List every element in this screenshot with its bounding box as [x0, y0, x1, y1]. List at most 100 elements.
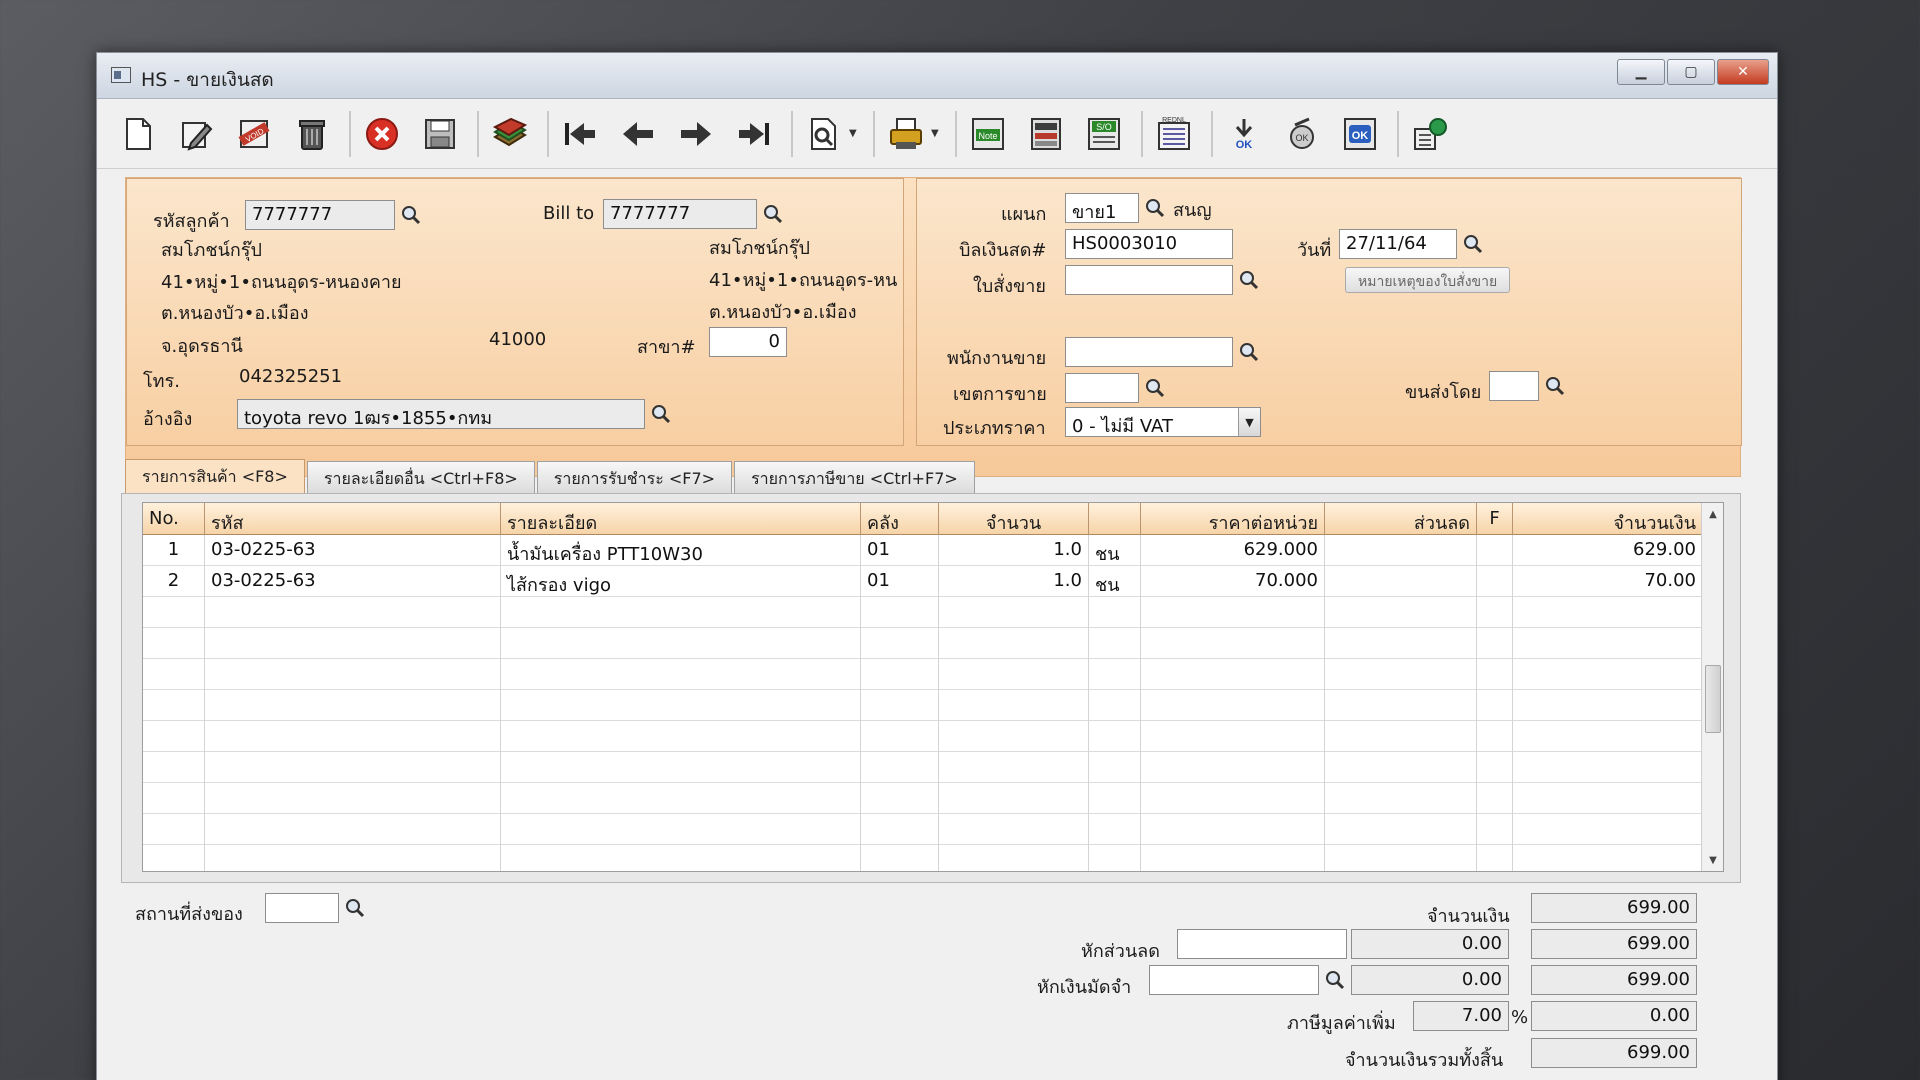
cell-description[interactable]: ไส้กรอง vigo — [501, 566, 861, 597]
ship-by-search-button[interactable] — [1541, 371, 1569, 401]
copy-button[interactable] — [487, 111, 533, 157]
reference-search-button[interactable] — [647, 399, 675, 429]
customer-search-button[interactable] — [397, 200, 425, 230]
price-type-select[interactable]: 0 - ไม่มี VAT ▼ — [1065, 407, 1261, 437]
tab-payments[interactable]: รายการรับชำระ <F7> — [536, 461, 733, 493]
branch-field[interactable]: 0 — [709, 327, 787, 357]
tab-items[interactable]: รายการสินค้า <F8> — [125, 459, 305, 493]
cancel-button[interactable] — [359, 111, 405, 157]
cell-description[interactable]: น้ำมันเครื่อง PTT10W30 — [501, 535, 861, 566]
col-header-description[interactable]: รายละเอียด — [501, 503, 861, 535]
cell-warehouse[interactable]: 01 — [861, 566, 939, 597]
deposit-search-button[interactable] — [1321, 965, 1349, 995]
cell-quantity[interactable]: 1.0 — [939, 566, 1089, 597]
col-header-unit[interactable] — [1089, 503, 1141, 535]
department-field[interactable]: ขาย1 — [1065, 193, 1139, 223]
last-record-button[interactable] — [731, 111, 777, 157]
date-picker-button[interactable] — [1459, 229, 1487, 259]
salesman-search-button[interactable] — [1235, 337, 1263, 367]
cell-amount[interactable]: 629.00 — [1513, 535, 1703, 566]
next-record-button[interactable] — [673, 111, 719, 157]
save-button[interactable] — [417, 111, 463, 157]
cell-warehouse[interactable]: 01 — [861, 535, 939, 566]
close-button[interactable]: ✕ — [1717, 59, 1769, 85]
col-header-code[interactable]: รหัส — [205, 503, 501, 535]
transfer-button[interactable] — [1407, 111, 1453, 157]
cell-unit-price[interactable]: 629.000 — [1141, 535, 1325, 566]
col-header-warehouse[interactable]: คลัง — [861, 503, 939, 535]
cell-discount[interactable] — [1325, 566, 1477, 597]
edit-button[interactable] — [173, 111, 219, 157]
sales-order-field[interactable] — [1065, 265, 1233, 295]
ship-by-field[interactable] — [1489, 371, 1539, 401]
department-search-button[interactable] — [1141, 193, 1169, 223]
note-button[interactable]: Note — [965, 111, 1011, 157]
col-header-amount[interactable]: จำนวนเงิน — [1513, 503, 1703, 535]
table-row[interactable]: 2 03-0225-63 ไส้กรอง vigo 01 1.0 ชน 70.0… — [143, 566, 1723, 597]
cell-amount[interactable]: 70.00 — [1513, 566, 1703, 597]
sales-order-search-button[interactable] — [1235, 265, 1263, 295]
grid-vertical-scrollbar[interactable]: ▲ ▼ — [1701, 503, 1723, 871]
void-button[interactable]: VOID — [231, 111, 277, 157]
empty-row[interactable] — [143, 783, 1723, 814]
preview-button[interactable] — [801, 111, 847, 157]
check-button[interactable]: OK — [1279, 111, 1325, 157]
cell-unit[interactable]: ชน — [1089, 566, 1141, 597]
order-note-button[interactable]: หมายเหตุของใบสั่งขาย — [1345, 267, 1511, 293]
cell-unit-price[interactable]: 70.000 — [1141, 566, 1325, 597]
minimize-button[interactable]: ▁ — [1617, 59, 1665, 85]
cell-code[interactable]: 03-0225-63 — [205, 535, 501, 566]
maximize-button[interactable]: ▢ — [1667, 59, 1715, 85]
delete-button[interactable] — [289, 111, 335, 157]
scroll-thumb[interactable] — [1705, 665, 1721, 733]
tab-sales-tax[interactable]: รายการภาษีขาย <Ctrl+F7> — [734, 461, 975, 493]
empty-row[interactable] — [143, 659, 1723, 690]
col-header-discount[interactable]: ส่วนลด — [1325, 503, 1477, 535]
customer-code-field[interactable]: 7777777 — [245, 200, 395, 230]
cell-flag[interactable] — [1477, 566, 1513, 597]
ok-button[interactable]: OK — [1337, 111, 1383, 157]
col-header-unit-price[interactable]: ราคาต่อหน่วย — [1141, 503, 1325, 535]
empty-row[interactable] — [143, 721, 1723, 752]
empty-row[interactable] — [143, 845, 1723, 871]
bill-to-field[interactable]: 7777777 — [603, 199, 757, 229]
previous-record-button[interactable] — [615, 111, 661, 157]
cell-no[interactable]: 2 — [143, 566, 205, 597]
salesman-field[interactable] — [1065, 337, 1233, 367]
report-button[interactable]: REDNL — [1151, 111, 1197, 157]
approve-button[interactable]: OK — [1221, 111, 1267, 157]
calculator-button[interactable] — [1023, 111, 1069, 157]
print-button[interactable] — [883, 111, 929, 157]
empty-row[interactable] — [143, 690, 1723, 721]
tab-other-details[interactable]: รายละเอียดอื่น <Ctrl+F8> — [306, 461, 535, 493]
cell-no[interactable]: 1 — [143, 535, 205, 566]
cell-quantity[interactable]: 1.0 — [939, 535, 1089, 566]
col-header-quantity[interactable]: จำนวน — [939, 503, 1089, 535]
reference-field[interactable]: toyota revo 1ฒร•1855•กทม — [237, 399, 645, 429]
vat-rate-field[interactable]: 7.00 — [1413, 1001, 1509, 1031]
cell-unit[interactable]: ชน — [1089, 535, 1141, 566]
print-dropdown-icon[interactable]: ▼ — [931, 128, 943, 139]
col-header-no[interactable]: No. — [143, 503, 205, 535]
ship-place-field[interactable] — [265, 893, 339, 923]
first-record-button[interactable] — [557, 111, 603, 157]
empty-row[interactable] — [143, 597, 1723, 628]
table-row[interactable]: 1 03-0225-63 น้ำมันเครื่อง PTT10W30 01 1… — [143, 535, 1723, 566]
scroll-up-icon[interactable]: ▲ — [1702, 503, 1723, 525]
empty-row[interactable] — [143, 628, 1723, 659]
ship-place-search-button[interactable] — [341, 893, 369, 923]
chevron-down-icon[interactable]: ▼ — [1238, 408, 1260, 436]
bill-to-search-button[interactable] — [759, 199, 787, 229]
scroll-down-icon[interactable]: ▼ — [1702, 849, 1723, 871]
empty-row[interactable] — [143, 814, 1723, 845]
new-button[interactable] — [115, 111, 161, 157]
sales-order-button[interactable]: S/O — [1081, 111, 1127, 157]
col-header-flag[interactable]: F — [1477, 503, 1513, 535]
cell-discount[interactable] — [1325, 535, 1477, 566]
date-field[interactable]: 27/11/64 — [1339, 229, 1457, 259]
preview-dropdown-icon[interactable]: ▼ — [849, 128, 861, 139]
cell-code[interactable]: 03-0225-63 — [205, 566, 501, 597]
items-grid[interactable]: No. รหัส รายละเอียด คลัง จำนวน ราคาต่อหน… — [142, 502, 1724, 872]
discount-text-field[interactable] — [1177, 929, 1347, 959]
deposit-text-field[interactable] — [1149, 965, 1319, 995]
